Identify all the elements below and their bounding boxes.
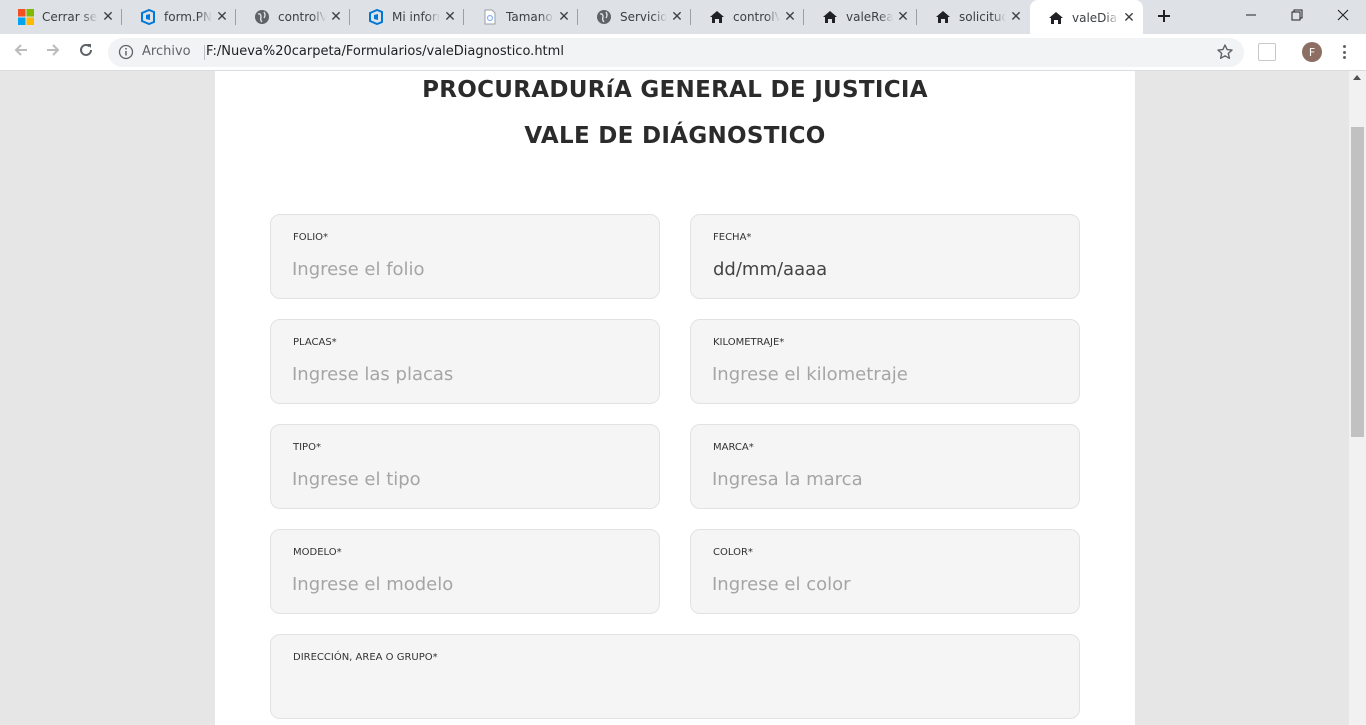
reload-icon	[78, 42, 94, 62]
page-subtitle: VALE DE DIÁGNOSTICO	[524, 123, 826, 149]
minimize-icon	[1245, 6, 1257, 25]
close-icon[interactable]: ✕	[214, 9, 230, 25]
new-tab-button[interactable]	[1152, 5, 1176, 29]
file-icon	[482, 9, 498, 25]
direccion-input[interactable]	[292, 675, 1052, 703]
scrollbar-thumb[interactable]	[1351, 127, 1364, 437]
kilometraje-label: KILOMETRAJE*	[713, 337, 785, 348]
marca-label: MARCA*	[713, 442, 754, 453]
tab-controlvehicular[interactable]: controlVehicular ✕	[236, 0, 350, 34]
extension-icon[interactable]	[1258, 43, 1276, 61]
plus-icon	[1157, 8, 1171, 27]
placas-label: PLACAS*	[293, 337, 337, 348]
tab-title: Tamanos	[506, 10, 554, 24]
tab-solicitudm[interactable]: solicitudM ✕	[917, 0, 1030, 34]
placas-field: PLACAS*	[270, 319, 660, 404]
avatar[interactable]: F	[1302, 42, 1322, 62]
back-button[interactable]	[9, 40, 33, 64]
tipo-input[interactable]	[292, 465, 632, 493]
tab-valerealizacion[interactable]: valeRealizacion ✕	[804, 0, 917, 34]
folio-input[interactable]	[292, 255, 632, 283]
tipo-label: TIPO*	[293, 442, 321, 453]
address-bar[interactable]: Archivo F:/Nueva%20carpeta/Formularios/v…	[108, 38, 1244, 67]
tab-form-png[interactable]: form.PNG ✕	[122, 0, 236, 34]
tab-controlve[interactable]: controlVe ✕	[691, 0, 804, 34]
forward-button[interactable]	[41, 40, 65, 64]
folio-label: FOLIO*	[293, 232, 329, 243]
tab-title: Servicios	[620, 10, 667, 24]
tab-title: controlVehicular	[278, 10, 326, 24]
bookmark-star-icon[interactable]	[1216, 43, 1234, 61]
tab-title: valeRealizacion	[846, 10, 893, 24]
tab-cerrar-sesion[interactable]: Cerrar sesión ✕	[0, 0, 122, 34]
url-text[interactable]: F:/Nueva%20carpeta/Formularios/valeDiagn…	[206, 44, 564, 59]
tab-title: valeDiagnostico	[1072, 11, 1119, 25]
menu-kebab-icon[interactable]	[1337, 42, 1351, 62]
kilometraje-input[interactable]	[712, 360, 1052, 388]
microsoft-icon	[18, 9, 34, 25]
globe-icon	[596, 9, 612, 25]
forward-arrow-icon	[45, 42, 61, 62]
fecha-label: FECHA*	[713, 232, 752, 243]
fecha-field: FECHA* dd/mm/aaaa	[690, 214, 1080, 299]
close-icon[interactable]: ✕	[1008, 9, 1024, 25]
minimize-button[interactable]	[1228, 0, 1274, 30]
close-icon[interactable]: ✕	[328, 9, 344, 25]
color-input[interactable]	[712, 570, 1052, 598]
restore-icon	[1291, 6, 1303, 25]
tab-title: Cerrar sesión	[42, 10, 98, 24]
close-icon[interactable]: ✕	[782, 9, 798, 25]
marca-input[interactable]	[712, 465, 1052, 493]
color-field: COLOR*	[690, 529, 1080, 614]
reload-button[interactable]	[74, 40, 98, 64]
tab-tamanos[interactable]: Tamanos ✕	[464, 0, 578, 34]
tab-mi-informe[interactable]: Mi informe ✕	[350, 0, 464, 34]
back-arrow-icon	[13, 42, 29, 62]
home-icon	[935, 9, 951, 25]
close-icon[interactable]: ✕	[895, 9, 911, 25]
azure-devops-icon	[140, 9, 156, 25]
color-label: COLOR*	[713, 547, 753, 558]
tab-servicios[interactable]: Servicios ✕	[578, 0, 691, 34]
home-icon	[709, 9, 725, 25]
vertical-scrollbar[interactable]	[1349, 71, 1366, 725]
tab-valediagnostico[interactable]: valeDiagnostico ✕	[1030, 0, 1143, 36]
tab-title: controlVe	[733, 10, 780, 24]
close-icon[interactable]: ✕	[556, 9, 572, 25]
home-icon	[1048, 10, 1064, 26]
folio-field: FOLIO*	[270, 214, 660, 299]
tab-title: Mi informe	[392, 10, 440, 24]
home-icon	[822, 9, 838, 25]
tab-title: form.PNG	[164, 10, 212, 24]
globe-icon	[254, 9, 270, 25]
page-viewport: PROCURADURíA GENERAL DE JUSTICIA VALE DE…	[0, 71, 1349, 725]
modelo-input[interactable]	[292, 570, 632, 598]
close-icon[interactable]: ✕	[669, 9, 685, 25]
close-window-button[interactable]	[1320, 0, 1366, 30]
restore-button[interactable]	[1274, 0, 1320, 30]
address-divider	[204, 45, 205, 60]
close-icon[interactable]: ✕	[1121, 10, 1137, 26]
info-icon[interactable]	[118, 44, 134, 60]
security-chip[interactable]: Archivo	[142, 44, 191, 59]
close-icon[interactable]: ✕	[100, 9, 116, 25]
azure-devops-icon	[368, 9, 384, 25]
form-card: PROCURADURíA GENERAL DE JUSTICIA VALE DE…	[215, 71, 1135, 725]
modelo-field: MODELO*	[270, 529, 660, 614]
placas-input[interactable]	[292, 360, 632, 388]
close-icon[interactable]: ✕	[442, 9, 458, 25]
scroll-up-icon[interactable]	[1353, 75, 1361, 80]
tab-title: solicitudM	[959, 10, 1006, 24]
direccion-label: DIRECCIÓN, AREA O GRUPO*	[293, 652, 438, 663]
fecha-date-input[interactable]: dd/mm/aaaa	[713, 259, 827, 280]
close-icon	[1337, 6, 1349, 25]
page-title: PROCURADURíA GENERAL DE JUSTICIA	[422, 77, 928, 103]
tab-strip: Cerrar sesión ✕ form.PNG ✕ controlVehicu…	[0, 0, 1366, 36]
modelo-label: MODELO*	[293, 547, 342, 558]
marca-field: MARCA*	[690, 424, 1080, 509]
direccion-field: DIRECCIÓN, AREA O GRUPO*	[270, 634, 1080, 719]
kilometraje-field: KILOMETRAJE*	[690, 319, 1080, 404]
tipo-field: TIPO*	[270, 424, 660, 509]
browser-toolbar: Archivo F:/Nueva%20carpeta/Formularios/v…	[0, 34, 1366, 71]
